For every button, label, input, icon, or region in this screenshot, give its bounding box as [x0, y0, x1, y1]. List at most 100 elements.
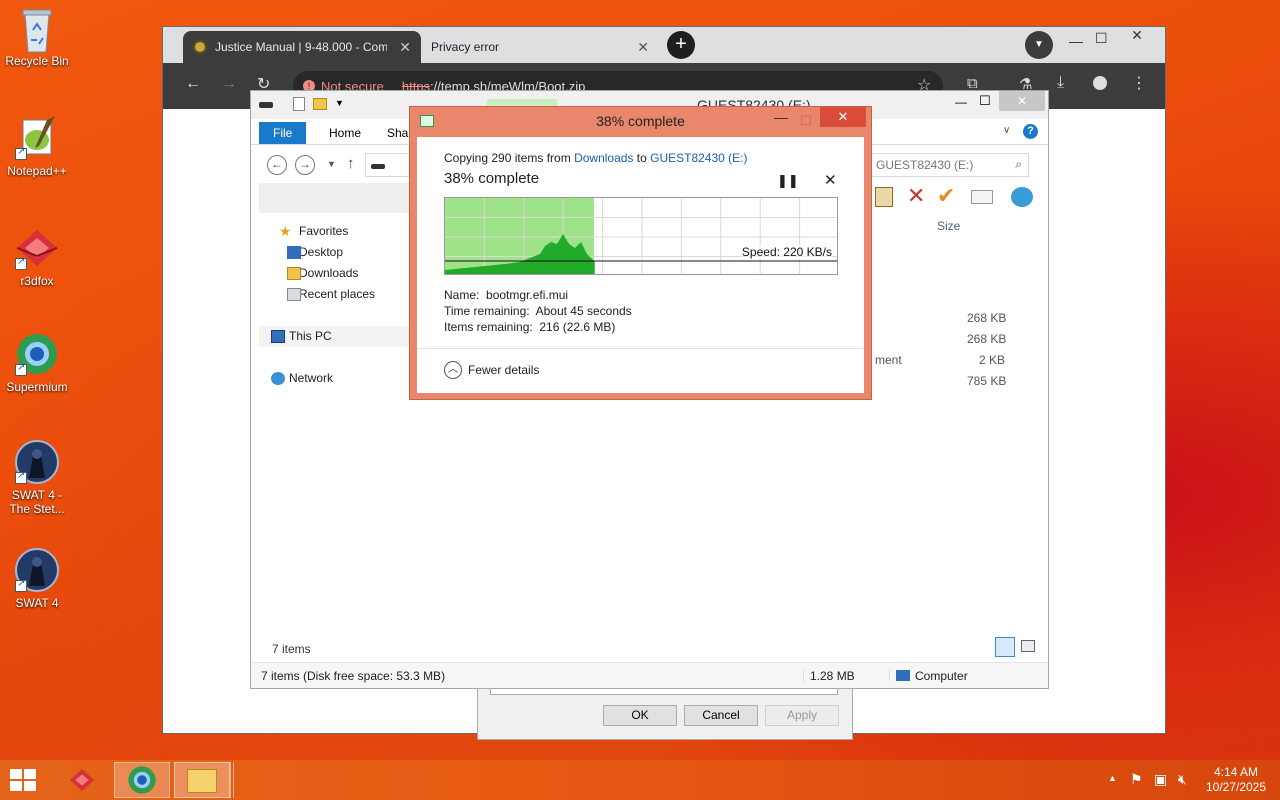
shortcut-arrow-icon [15, 256, 27, 270]
transfer-speed-graph: Speed: 220 KB/s [444, 197, 838, 275]
graph-canvas [445, 198, 837, 274]
nav-downloads[interactable]: Downloads [259, 263, 409, 284]
toolbar-strip [259, 183, 409, 213]
desktop-icon-swat4-stetchkov[interactable]: SWAT 4 - The Stet... [0, 440, 74, 516]
copy-dialog-title: 38% complete [596, 113, 685, 129]
detail-time-row: Time remaining: About 45 seconds [444, 304, 632, 318]
nav-favorites[interactable]: ★ Favorites [259, 221, 409, 242]
ok-button[interactable]: OK [603, 705, 677, 726]
up-arrow-icon[interactable]: ↑ [347, 155, 355, 172]
destination-link[interactable]: GUEST82430 (E:) [650, 151, 747, 165]
cancel-copy-button[interactable]: ✕ [824, 171, 837, 189]
nav-desktop[interactable]: Desktop [259, 242, 409, 263]
supermium-icon [15, 332, 59, 376]
nav-network[interactable]: Network [259, 368, 409, 389]
desktop-icon-recycle-bin[interactable]: Recycle Bin [0, 6, 74, 68]
minimize-button[interactable]: — [1069, 33, 1083, 49]
tab-close-icon[interactable]: ✕ [399, 39, 411, 56]
tab-search-button[interactable]: ▼ [1025, 31, 1053, 59]
tab-close-icon[interactable]: ✕ [637, 39, 649, 56]
profile-icon[interactable] [1093, 76, 1107, 90]
close-window-button[interactable]: ✕ [820, 107, 866, 127]
forward-icon[interactable]: → [295, 155, 315, 175]
taskbar: ▲ ⚑ ▣ 🔇︎ 4:14 AM 10/27/2025 [0, 760, 1280, 800]
file-row-type: ment [875, 353, 902, 367]
copy-progress-dialog: 38% complete — ☐ ✕ Copying 290 items fro… [409, 106, 872, 400]
items-value: 216 (22.6 MB) [539, 320, 616, 334]
nav-label: Recent places [299, 287, 376, 301]
quick-access-dropdown-icon[interactable]: ▼ [335, 98, 344, 108]
status-location: Computer [915, 668, 968, 683]
details-view-icon[interactable] [995, 637, 1015, 657]
properties-quick-icon[interactable] [293, 97, 305, 111]
back-icon[interactable]: ← [185, 75, 201, 93]
nav-label: Downloads [299, 266, 359, 280]
pause-button[interactable]: ❚❚ [777, 173, 799, 189]
nav-label: Favorites [299, 224, 349, 238]
cancel-button[interactable]: Cancel [684, 705, 758, 726]
close-window-button[interactable]: ✕ [1115, 27, 1159, 47]
desktop-icon-swat4[interactable]: SWAT 4 [0, 548, 74, 610]
menu-kebab-icon[interactable]: ⋮ [1131, 73, 1147, 93]
nav-this-pc[interactable]: This PC [259, 326, 409, 347]
network-status-icon[interactable]: ▣ [1154, 771, 1167, 788]
delete-icon[interactable]: ✕ [907, 183, 925, 209]
rename-icon[interactable] [971, 190, 993, 204]
desktop-icon-r3dfox[interactable]: r3dfox [0, 226, 74, 288]
taskbar-file-explorer[interactable] [174, 762, 230, 798]
new-folder-quick-icon[interactable] [313, 98, 327, 110]
tab-justice-manual[interactable]: Justice Manual | 9-48.000 - Com ✕ [183, 31, 421, 63]
speed-area [445, 234, 595, 274]
shortcut-arrow-icon [15, 146, 27, 160]
paste-icon[interactable] [875, 187, 893, 207]
r3dfox-icon [15, 226, 59, 270]
time-label: Time remaining: [444, 304, 530, 318]
folder-icon [187, 769, 217, 793]
ribbon-expand-icon[interactable]: ∨ [1003, 125, 1010, 136]
forward-icon[interactable]: → [221, 75, 237, 93]
fewer-details-button[interactable]: ︿ Fewer details [444, 361, 539, 379]
ribbon-tab-file[interactable]: File [259, 122, 307, 144]
column-header-size[interactable]: Size [937, 219, 960, 233]
copy-dialog-titlebar: 38% complete — ☐ ✕ [410, 107, 871, 135]
recent-locations-dropdown-icon[interactable]: ▼ [327, 159, 336, 169]
show-hidden-icons-icon[interactable]: ▲ [1108, 773, 1117, 783]
minimize-button[interactable]: — [774, 103, 788, 131]
source-link[interactable]: Downloads [574, 151, 633, 165]
explorer-status-bar: 7 items (Disk free space: 53.3 MB) 1.28 … [251, 662, 1048, 688]
large-icons-view-icon[interactable] [1021, 640, 1035, 652]
action-center-flag-icon[interactable]: ⚑ [1130, 771, 1143, 788]
ribbon-tab-home[interactable]: Home [315, 122, 375, 144]
supermium-icon [128, 766, 156, 794]
checkmark-icon[interactable]: ✔ [937, 183, 955, 209]
taskbar-supermium[interactable] [114, 762, 170, 798]
to-word: to [633, 151, 651, 165]
drive-icon [259, 102, 273, 108]
clock[interactable]: 4:14 AM 10/27/2025 [1200, 765, 1272, 795]
close-window-button[interactable]: ✕ [999, 91, 1045, 111]
back-icon[interactable]: ← [267, 155, 287, 175]
globe-icon[interactable] [1011, 187, 1033, 207]
taskbar-r3dfox[interactable] [54, 762, 110, 798]
maximize-button[interactable]: ☐ [1095, 30, 1108, 47]
properties-field [490, 689, 838, 695]
nav-recent-places[interactable]: Recent places [259, 284, 409, 305]
navigation-pane: ★ Favorites Desktop Downloads Recent pla… [259, 221, 409, 389]
properties-dialog: OK Cancel Apply [477, 688, 853, 740]
explorer-search-box[interactable]: GUEST82430 (E:) ⌕ [869, 153, 1029, 177]
volume-muted-icon[interactable]: 🔇︎ [1178, 771, 1187, 788]
desktop-icon-supermium[interactable]: Supermium [0, 332, 74, 394]
desktop-icon-label: r3dfox [20, 274, 54, 288]
minimize-button[interactable]: — [955, 95, 967, 109]
desktop-icon-label: Recycle Bin [5, 54, 69, 68]
maximize-button[interactable]: ☐ [800, 107, 812, 135]
new-tab-button[interactable]: + [667, 31, 695, 59]
apply-button[interactable]: Apply [765, 705, 839, 726]
desktop-folder-icon [287, 246, 301, 259]
download-icon[interactable]: ⤓ [1057, 74, 1064, 92]
maximize-button[interactable]: ☐ [979, 93, 991, 109]
start-button[interactable] [10, 769, 36, 791]
help-icon[interactable]: ? [1023, 124, 1038, 139]
desktop-icon-notepadpp[interactable]: Notepad++ [0, 116, 74, 178]
tab-privacy-error[interactable]: Privacy error ✕ [421, 31, 659, 63]
